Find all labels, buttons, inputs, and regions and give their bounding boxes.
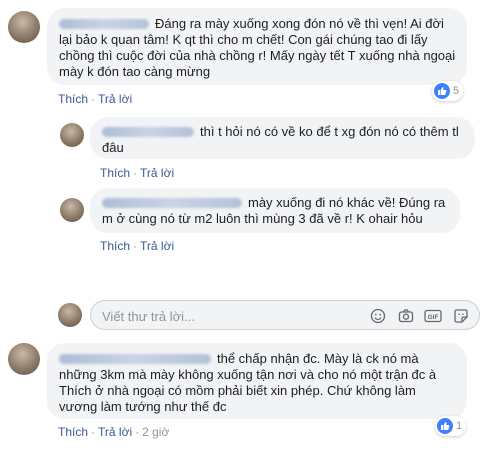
reaction-count[interactable]: 5 [432,81,464,101]
thumbs-up-icon [434,83,450,99]
reply-input[interactable] [100,306,294,326]
comment-text: thì t hỏi nó có về ko để t xg đón nó có … [102,124,465,156]
commenter-avatar[interactable] [8,343,40,375]
sticker-icon[interactable] [452,307,470,325]
camera-icon[interactable] [397,307,415,325]
like-link[interactable]: Thích [100,239,130,253]
thumbs-up-icon [437,418,453,434]
commenter-name[interactable] [59,19,149,29]
commenter-avatar[interactable] [60,198,84,222]
comment-bubble: Đáng ra mày xuống xong đón nó về thì vẹn… [47,8,467,85]
comment-bubble: thể chấp nhận đc. Mày là ck nó mà những … [47,343,467,419]
svg-text:GIF: GIF [428,314,439,321]
reaction-number: 5 [453,85,460,97]
separator: · [133,239,138,253]
commenter-name[interactable] [59,354,211,364]
reply-link[interactable]: Trả lời [98,92,132,106]
commenter-name[interactable] [102,198,242,208]
reaction-number: 1 [456,420,463,432]
comment-actions: Thích · Trả lời [100,239,174,253]
like-link[interactable]: Thích [100,166,130,180]
separator: · [133,166,138,180]
like-link[interactable]: Thích [58,425,88,439]
comment-actions: Thích · Trả lời [100,166,174,180]
comment-actions: Thích · Trả lời [58,92,132,106]
reply-link[interactable]: Trả lời [140,239,174,253]
separator: · [91,92,96,106]
commenter-avatar[interactable] [8,11,40,43]
comment-text: thể chấp nhận đc. Mày là ck nó mà những … [59,351,457,415]
comment-timestamp[interactable]: 2 giờ [142,425,169,439]
comment-bubble: thì t hỏi nó có về ko để t xg đón nó có … [90,117,475,159]
separator: · [91,425,96,439]
reply-link[interactable]: Trả lời [140,166,174,180]
gif-icon[interactable]: GIF [424,307,442,325]
comment-text: mày xuống đi nó khác về! Đúng ra m ở cùn… [102,195,450,227]
separator: · [135,425,140,439]
comment-actions: Thích · Trả lời · 2 giờ [58,425,169,439]
reply-input-box[interactable]: GIF [90,300,480,330]
reaction-count[interactable]: 1 [435,416,467,436]
comment-text: Đáng ra mày xuống xong đón nó về thì vẹn… [59,16,457,80]
comment-bubble: mày xuống đi nó khác về! Đúng ra m ở cùn… [90,188,460,233]
commenter-name[interactable] [102,127,194,137]
like-link[interactable]: Thích [58,92,88,106]
emoji-icon[interactable] [369,307,387,325]
reply-link[interactable]: Trả lời [98,425,132,439]
commenter-avatar[interactable] [60,123,84,147]
current-user-avatar [58,303,82,327]
